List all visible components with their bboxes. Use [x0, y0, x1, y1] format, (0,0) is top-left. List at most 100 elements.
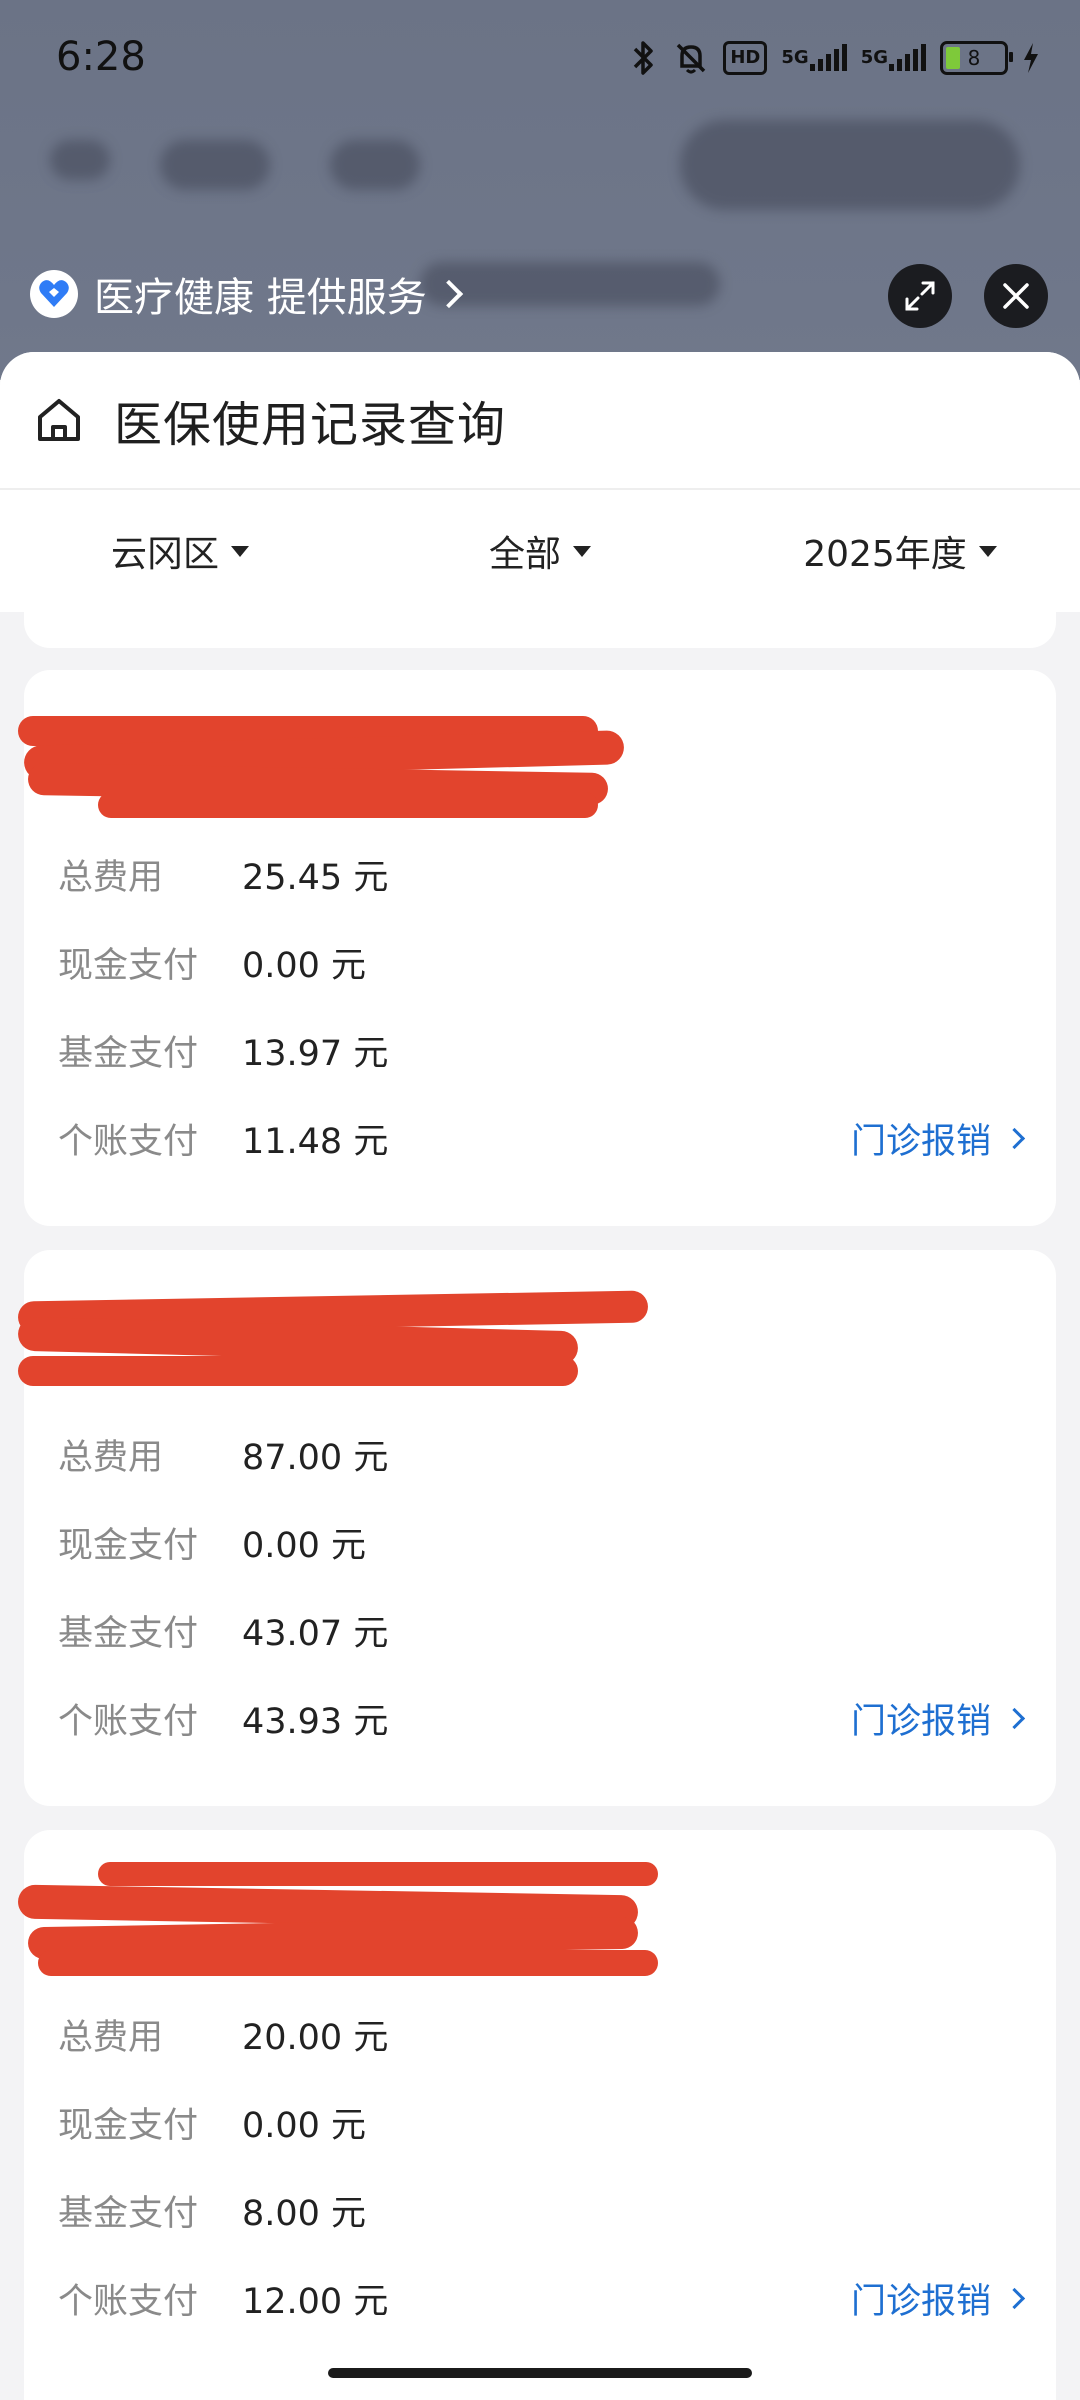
record-details: 总费用 25.45 元 现金支付 0.00 元 基金支付 13.97 元 个账支…: [58, 830, 1026, 1182]
dropdown-arrow-icon: [978, 545, 997, 557]
filter-bar: 云冈区 全部 2025年度: [0, 490, 1080, 612]
personal-account-value: 11.48 元: [242, 1121, 389, 1162]
chevron-right-icon: [434, 279, 463, 309]
fund-payment-row: 基金支付 8.00 元: [58, 2166, 1022, 2254]
record-card[interactable]: 总费用 87.00 元 现金支付 0.00 元 基金支付 43.07 元 个账支…: [17, 1250, 1056, 1806]
redacted-hospital-info: [18, 696, 658, 818]
cash-payment-value: 0.00 元: [242, 1525, 367, 1566]
cash-payment-row: 现金支付 0.00 元: [58, 1498, 1022, 1586]
expand-icon: [905, 281, 935, 311]
personal-account-value: 12.00 元: [242, 2281, 389, 2322]
hd-badge: HD: [723, 41, 768, 75]
dropdown-arrow-icon: [573, 545, 591, 557]
signal-icon-sim2: 5G: [861, 44, 926, 72]
battery-level: 8: [967, 46, 981, 70]
record-details: 总费用 87.00 元 现金支付 0.00 元 基金支付 43.07 元 个账支…: [58, 1410, 1026, 1762]
fund-payment-label: 基金支付: [58, 1613, 199, 1654]
record-card[interactable]: 总费用 25.45 元 现金支付 0.00 元 基金支付 13.97 元 个账支…: [18, 670, 1056, 1226]
close-icon: [1003, 283, 1029, 309]
cash-payment-label: 现金支付: [58, 1525, 199, 1566]
personal-account-label: 个账支付: [58, 2281, 199, 2322]
sheet-header: 医保使用记录查询: [0, 352, 1080, 490]
total-cost-value: 87.00 元: [242, 1437, 389, 1478]
year-filter[interactable]: 2025年度: [720, 525, 1080, 577]
redaction-mark: [98, 1862, 658, 1886]
chevron-right-icon: [1003, 2287, 1026, 2309]
personal-account-value: 43.93 元: [242, 1701, 389, 1742]
type-filter[interactable]: 全部: [360, 525, 720, 577]
claim-label: 门诊报销: [850, 1121, 991, 1162]
total-cost-value: 20.00 元: [242, 2017, 389, 2058]
claim-label: 门诊报销: [850, 2281, 991, 2322]
cash-payment-value: 0.00 元: [242, 945, 367, 986]
cash-payment-label: 现金支付: [58, 945, 199, 986]
fund-payment-row: 基金支付 43.07 元: [58, 1586, 1022, 1674]
region-filter-label: 云冈区: [110, 534, 219, 575]
total-cost-row: 总费用 87.00 元: [58, 1410, 1022, 1498]
service-provider-link[interactable]: 医疗健康 提供服务: [30, 265, 463, 323]
sim1-label: 5G: [781, 47, 809, 68]
blurred-toolbar: [680, 120, 1020, 210]
chevron-right-icon: [1003, 1127, 1026, 1149]
total-cost-label: 总费用: [58, 2017, 164, 2058]
gesture-home-bar[interactable]: [328, 2368, 752, 2378]
total-cost-label: 总费用: [58, 857, 164, 898]
fund-payment-label: 基金支付: [58, 1033, 199, 1074]
close-button[interactable]: [984, 264, 1048, 328]
personal-account-row: 个账支付 12.00 元 门诊报销: [58, 2254, 1026, 2342]
cash-payment-row: 现金支付 0.00 元: [58, 918, 1022, 1006]
redacted-hospital-info: [17, 1856, 658, 1976]
total-cost-row: 总费用 20.00 元: [58, 1990, 1022, 2078]
fund-payment-label: 基金支付: [58, 2193, 199, 2234]
total-cost-label: 总费用: [58, 1437, 164, 1478]
outpatient-claim-link[interactable]: 门诊报销: [850, 1113, 1026, 1164]
blurred-tab: [160, 140, 270, 190]
record-details: 总费用 20.00 元 现金支付 0.00 元 基金支付 8.00 元 个账支付…: [58, 1990, 1026, 2342]
personal-account-label: 个账支付: [58, 1701, 199, 1742]
year-filter-label: 2025年度: [803, 534, 967, 575]
outpatient-claim-link[interactable]: 门诊报销: [850, 2273, 1026, 2324]
redaction-mark: [38, 1950, 658, 1976]
signal-icon-sim1: 5G: [781, 44, 847, 72]
fund-payment-value: 43.07 元: [242, 1613, 389, 1654]
previous-record-card-edge: [24, 610, 1056, 648]
blurred-text: [420, 262, 720, 306]
type-filter-label: 全部: [488, 534, 561, 575]
charging-icon: [1022, 42, 1040, 74]
region-filter[interactable]: 云冈区: [0, 525, 360, 577]
sim2-label: 5G: [860, 47, 888, 68]
status-time: 6:28: [56, 34, 146, 80]
record-card[interactable]: 总费用 20.00 元 现金支付 0.00 元 基金支付 8.00 元 个账支付…: [17, 1830, 1056, 2400]
status-icons: HD 5G 5G 8: [629, 40, 1040, 76]
cash-payment-row: 现金支付 0.00 元: [58, 2078, 1022, 2166]
expand-button[interactable]: [888, 264, 952, 328]
cash-payment-value: 0.00 元: [242, 2105, 367, 2146]
personal-account-row: 个账支付 11.48 元 门诊报销: [58, 1094, 1026, 1182]
fund-payment-row: 基金支付 13.97 元: [58, 1006, 1022, 1094]
personal-account-row: 个账支付 43.93 元 门诊报销: [58, 1674, 1026, 1762]
redacted-hospital-info: [17, 1276, 658, 1396]
health-logo-icon: [30, 270, 78, 318]
redaction-mark: [98, 792, 598, 818]
bell-muted-icon: [673, 40, 709, 76]
fund-payment-value: 8.00 元: [242, 2193, 367, 2234]
home-icon[interactable]: [34, 395, 84, 445]
dropdown-arrow-icon: [231, 545, 249, 557]
outpatient-claim-link[interactable]: 门诊报销: [850, 1693, 1026, 1744]
page-title: 医保使用记录查询: [114, 397, 507, 453]
total-cost-value: 25.45 元: [242, 857, 389, 898]
blurred-back-icon: [50, 140, 110, 180]
bluetooth-icon: [629, 40, 659, 76]
redaction-mark: [18, 1356, 578, 1386]
cash-payment-label: 现金支付: [58, 2105, 199, 2146]
battery-icon: 8: [940, 41, 1013, 75]
query-sheet: 医保使用记录查询 云冈区 全部 2025年度 总费用 25.45 元 现金支付 …: [0, 352, 1080, 2400]
personal-account-label: 个账支付: [58, 1121, 199, 1162]
claim-label: 门诊报销: [850, 1701, 991, 1742]
fund-payment-value: 13.97 元: [242, 1033, 389, 1074]
chevron-right-icon: [1003, 1707, 1026, 1729]
status-bar: 6:28 HD 5G 5G 8: [0, 0, 1080, 120]
blurred-tab: [330, 140, 420, 190]
total-cost-row: 总费用 25.45 元: [58, 830, 1022, 918]
provider-label: 医疗健康 提供服务: [94, 275, 427, 321]
